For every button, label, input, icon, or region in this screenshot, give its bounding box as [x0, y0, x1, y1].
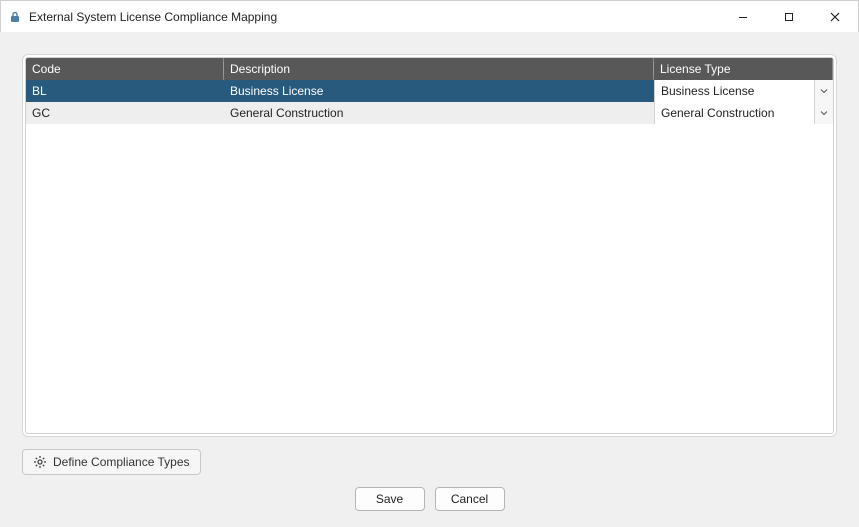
- table-row[interactable]: GC General Construction General Construc…: [26, 102, 833, 124]
- chevron-down-icon: [820, 87, 828, 95]
- license-type-value: Business License: [655, 80, 815, 102]
- grid-body: BL Business License Business License GC: [26, 80, 833, 433]
- save-button[interactable]: Save: [355, 487, 425, 511]
- table-row[interactable]: BL Business License Business License: [26, 80, 833, 102]
- cell-code[interactable]: GC: [26, 102, 224, 124]
- define-compliance-types-button[interactable]: Define Compliance Types: [22, 449, 201, 475]
- license-type-dropdown-button[interactable]: [815, 80, 833, 102]
- cell-code[interactable]: BL: [26, 80, 224, 102]
- chevron-down-icon: [820, 109, 828, 117]
- license-type-dropdown-button[interactable]: [815, 102, 833, 124]
- cancel-button-label: Cancel: [451, 492, 488, 506]
- app-icon: [1, 10, 29, 24]
- column-header-description[interactable]: Description: [224, 58, 654, 80]
- close-button[interactable]: [812, 1, 858, 32]
- column-header-label: License Type: [660, 62, 731, 76]
- cell-description[interactable]: General Construction: [224, 102, 654, 124]
- minimize-button[interactable]: [720, 1, 766, 32]
- client-area: Code Description License Type BL Busines…: [0, 32, 859, 527]
- lock-icon: [8, 10, 22, 24]
- minimize-icon: [738, 12, 748, 22]
- title-bar: External System License Compliance Mappi…: [1, 1, 858, 33]
- save-button-label: Save: [376, 492, 403, 506]
- cancel-button[interactable]: Cancel: [435, 487, 505, 511]
- maximize-icon: [784, 12, 794, 22]
- column-header-license-type[interactable]: License Type: [654, 58, 833, 80]
- grid-toolbar: Define Compliance Types: [22, 449, 837, 475]
- window-controls: [720, 1, 858, 32]
- grid-header-row: Code Description License Type: [26, 58, 833, 80]
- maximize-button[interactable]: [766, 1, 812, 32]
- gear-icon: [33, 455, 47, 469]
- cell-license-type[interactable]: Business License: [654, 80, 833, 102]
- cell-description[interactable]: Business License: [224, 80, 654, 102]
- license-type-value: General Construction: [655, 102, 815, 124]
- window-title: External System License Compliance Mappi…: [29, 10, 277, 24]
- define-compliance-types-label: Define Compliance Types: [53, 455, 190, 469]
- column-header-label: Description: [230, 62, 290, 76]
- column-header-code[interactable]: Code: [26, 58, 224, 80]
- column-header-label: Code: [32, 62, 61, 76]
- close-icon: [830, 12, 840, 22]
- dialog-footer: Save Cancel: [22, 475, 837, 515]
- mapping-grid-panel: Code Description License Type BL Busines…: [22, 54, 837, 437]
- cell-license-type[interactable]: General Construction: [654, 102, 833, 124]
